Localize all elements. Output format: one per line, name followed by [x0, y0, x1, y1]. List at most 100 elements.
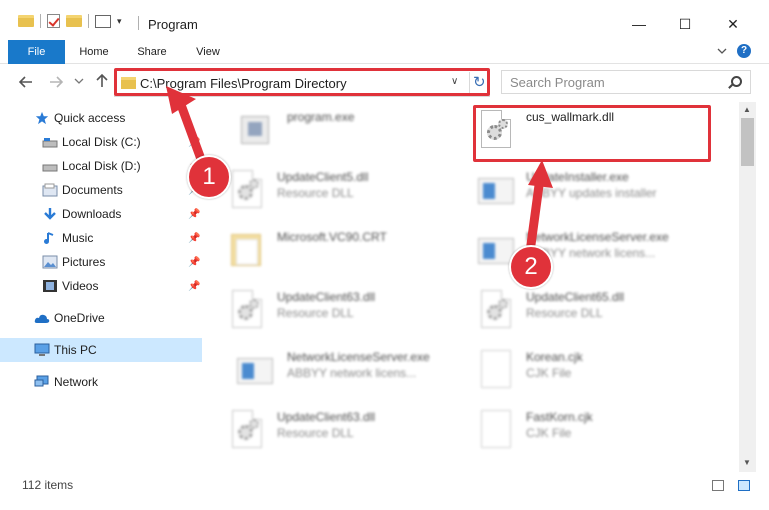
pictures-icon: [42, 255, 58, 269]
nav-local-disk-c[interactable]: Local Disk (C:) 📌: [0, 130, 202, 154]
ribbon-tabs: File Home Share View ?: [0, 40, 769, 64]
file-name: UpdateInstaller.exe: [526, 170, 629, 184]
nav-network[interactable]: Network: [0, 370, 202, 394]
search-icon[interactable]: [731, 76, 742, 87]
nav-music[interactable]: Music 📌: [0, 226, 202, 250]
file-description: Resource DLL: [277, 306, 354, 320]
file-item[interactable]: UpdateClient65.dll Resource DLL: [478, 286, 718, 338]
maximize-button[interactable]: ☐: [662, 10, 708, 38]
quick-access-toolbar: ▾: [18, 12, 122, 30]
nav-local-disk-d[interactable]: Local Disk (D:) 📌: [0, 154, 202, 178]
star-icon: [35, 111, 49, 125]
tab-file[interactable]: File: [8, 40, 65, 64]
help-icon[interactable]: ?: [737, 44, 751, 58]
download-icon: [44, 208, 56, 220]
file-name: UpdateClient63.dll: [277, 290, 376, 304]
status-bar: 112 items: [0, 474, 769, 496]
file-description: CJK File: [526, 426, 572, 440]
scroll-down-icon[interactable]: ▼: [743, 458, 751, 467]
pin-icon: 📌: [188, 232, 201, 244]
pin-icon: 📌: [188, 208, 201, 220]
documents-icon: [42, 183, 58, 197]
close-button[interactable]: ✕: [710, 10, 756, 38]
back-arrow-icon[interactable]: [18, 74, 34, 90]
file-item[interactable]: Microsoft.VC90.CRT: [229, 226, 469, 278]
new-folder-icon[interactable]: [66, 15, 82, 27]
details-view-icon[interactable]: [712, 480, 724, 491]
nav-label: Local Disk (D:): [62, 159, 141, 173]
nav-label: Documents: [62, 183, 123, 197]
nav-pictures[interactable]: Pictures 📌: [0, 250, 202, 274]
file-description: Resource DLL: [277, 426, 354, 440]
nav-documents[interactable]: Documents 📌: [0, 178, 202, 202]
folder-icon: [229, 230, 265, 268]
nav-label: OneDrive: [54, 311, 105, 325]
file-item[interactable]: NetworkLicenseServer.exe ABBYY network l…: [237, 346, 477, 398]
tab-share[interactable]: Share: [128, 40, 176, 64]
music-icon: [44, 232, 54, 244]
nav-this-pc[interactable]: This PC: [0, 338, 202, 362]
vertical-scrollbar[interactable]: ▲ ▼: [739, 102, 756, 472]
up-arrow-icon[interactable]: [94, 73, 110, 89]
file-name: UpdateClient65.dll: [526, 290, 625, 304]
file-item[interactable]: UpdateClient63.dll Resource DLL: [229, 286, 469, 338]
network-icon: [34, 375, 49, 387]
item-count: 112 items: [22, 478, 74, 492]
file-item[interactable]: program.exe: [237, 106, 477, 158]
large-icons-view-icon[interactable]: [738, 480, 750, 491]
nav-onedrive[interactable]: OneDrive: [0, 306, 202, 330]
file-name: Korean.cjk: [526, 350, 583, 364]
nav-videos[interactable]: Videos 📌: [0, 274, 202, 298]
forward-arrow-icon[interactable]: [48, 74, 64, 90]
title-bar: ▾ Program — ☐ ✕: [0, 0, 769, 40]
cloud-icon: [34, 314, 50, 323]
search-input[interactable]: Search Program: [510, 75, 605, 90]
dll-icon: [229, 290, 265, 328]
drive-icon: [42, 138, 58, 148]
pin-icon: 📌: [188, 136, 201, 148]
scroll-up-icon[interactable]: ▲: [743, 105, 751, 114]
tab-view[interactable]: View: [184, 40, 232, 64]
folder-icon[interactable]: [18, 15, 34, 27]
file-description: ABBYY network licens...: [287, 366, 417, 380]
exe-icon: [237, 350, 273, 388]
step-badge-2: 2: [509, 245, 553, 289]
address-highlight-box: [114, 68, 490, 96]
file-icon: [478, 410, 514, 448]
program-icon: [237, 110, 273, 148]
nav-label: This PC: [54, 343, 97, 357]
file-item[interactable]: FastKorn.cjk CJK File: [478, 406, 718, 458]
tab-home[interactable]: Home: [70, 40, 118, 64]
nav-label: Downloads: [62, 207, 122, 221]
minimize-button[interactable]: —: [616, 10, 662, 38]
nav-quick-access[interactable]: Quick access: [0, 106, 202, 130]
file-name: FastKorn.cjk: [526, 410, 593, 424]
nav-downloads[interactable]: Downloads 📌: [0, 202, 202, 226]
properties-check-icon[interactable]: [47, 14, 60, 28]
file-item[interactable]: UpdateInstaller.exe ABBYY updates instal…: [478, 166, 718, 218]
exe-icon: [478, 170, 514, 208]
file-description: Resource DLL: [277, 186, 354, 200]
file-item[interactable]: UpdateClient63.dll Resource DLL: [229, 406, 469, 458]
file-icon: [478, 350, 514, 388]
file-item[interactable]: UpdateClient5.dll Resource DLL: [229, 166, 469, 218]
drive-icon: [42, 164, 58, 172]
view-options-icon[interactable]: [95, 14, 111, 28]
file-name: Microsoft.VC90.CRT: [277, 230, 387, 244]
nav-label: Local Disk (C:): [62, 135, 141, 149]
expand-ribbon-chevron-icon[interactable]: [716, 45, 728, 57]
step-badge-1: 1: [187, 155, 231, 199]
recent-locations-chevron-icon[interactable]: [74, 76, 84, 86]
file-item[interactable]: Korean.cjk CJK File: [478, 346, 718, 398]
customize-dropdown-icon[interactable]: ▾: [117, 16, 122, 27]
search-box[interactable]: Search Program: [501, 70, 751, 94]
file-description: ABBYY updates installer: [526, 186, 657, 200]
scroll-thumb[interactable]: [741, 118, 754, 166]
nav-label: Music: [62, 231, 94, 245]
file-name: program.exe: [287, 110, 355, 124]
videos-icon: [43, 280, 57, 292]
file-name: NetworkLicenseServer.exe: [526, 230, 669, 244]
file-name: UpdateClient5.dll: [277, 170, 369, 184]
nav-label: Network: [54, 375, 99, 389]
dll-icon: [478, 290, 514, 328]
